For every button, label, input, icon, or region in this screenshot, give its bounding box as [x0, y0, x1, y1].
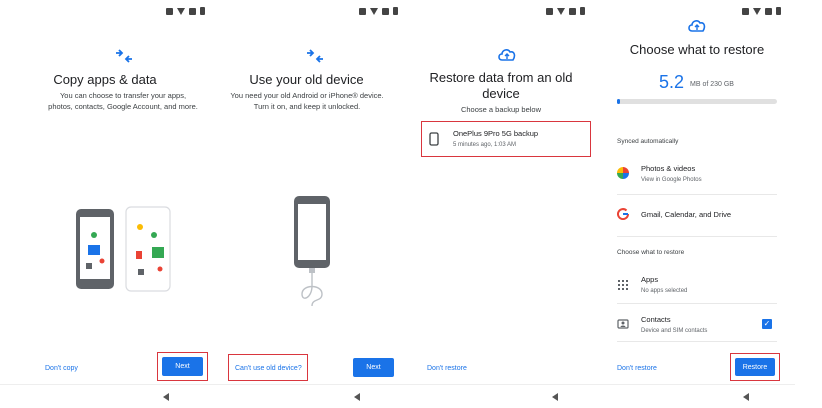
divider — [617, 194, 777, 195]
panel-use-old-device: Use your old device You need your old An… — [210, 0, 403, 408]
nfc-icon — [166, 7, 173, 15]
storage-value: 5.2 — [659, 72, 685, 92]
transfer-arrows-icon — [116, 49, 132, 63]
nav-bar — [599, 384, 795, 408]
synced-section-label: Synced automatically — [617, 138, 679, 145]
nav-bar — [210, 384, 403, 408]
backup-option[interactable]: OnePlus 9Pro 5G backup 5 minutes ago, 1:… — [425, 123, 590, 155]
signal-icon — [765, 7, 772, 15]
page-description: You can choose to transfer your apps, ph… — [48, 91, 198, 111]
phone-icon — [429, 132, 439, 146]
signal-icon — [569, 7, 576, 15]
status-bar — [742, 6, 781, 16]
battery-icon — [776, 7, 781, 15]
panel-copy-apps: Copy apps & data You can choose to trans… — [0, 0, 210, 408]
contacts-checkbox[interactable]: ✓ — [762, 319, 772, 329]
page-title: Restore data from an old device — [429, 70, 573, 101]
restore-item-subtitle: No apps selected — [641, 288, 688, 294]
transfer-arrows-icon — [307, 49, 323, 63]
page-subtitle: Choose a backup below — [460, 105, 542, 114]
back-icon[interactable] — [163, 393, 169, 401]
wifi-icon — [370, 7, 378, 15]
battery-icon — [200, 7, 205, 15]
restore-item-title[interactable]: Apps — [641, 275, 658, 284]
battery-icon — [580, 7, 585, 15]
back-icon[interactable] — [552, 393, 558, 401]
page-title: Copy apps & data — [53, 72, 157, 87]
nfc-icon — [359, 7, 366, 15]
battery-icon — [393, 7, 398, 15]
panel-choose-restore: Choose what to restore 5.2 MB of 230 GB … — [599, 0, 795, 408]
signal-icon — [189, 7, 196, 15]
apps-grid-icon — [618, 280, 628, 290]
signal-icon — [382, 7, 389, 15]
synced-item-subtitle: View in Google Photos — [641, 177, 702, 183]
nav-bar — [0, 384, 210, 408]
restore-item-title[interactable]: Contacts — [641, 315, 671, 324]
wifi-icon — [557, 7, 565, 15]
nav-bar — [403, 384, 599, 408]
phone-with-cable-illustration — [294, 196, 330, 306]
nfc-icon — [546, 7, 553, 15]
nfc-icon — [742, 7, 749, 15]
cant-use-old-device-link[interactable]: Can't use old device? — [235, 364, 302, 374]
divider — [617, 236, 777, 237]
synced-item-title: Gmail, Calendar, and Drive — [641, 210, 732, 219]
wifi-icon — [177, 7, 185, 15]
divider — [617, 303, 777, 304]
backup-time: 5 minutes ago, 1:03 AM — [453, 142, 517, 148]
storage-progress-fill — [617, 99, 621, 104]
status-bar — [359, 6, 398, 16]
cloud-upload-icon — [688, 20, 706, 32]
next-button[interactable]: Next — [162, 357, 203, 376]
google-photos-icon — [617, 167, 629, 179]
back-icon[interactable] — [743, 393, 749, 401]
page-title: Use your old device — [249, 72, 364, 87]
back-icon[interactable] — [354, 393, 360, 401]
cloud-upload-icon — [498, 49, 516, 61]
divider — [617, 341, 777, 342]
status-bar — [166, 6, 205, 16]
storage-progress-bar — [617, 99, 777, 104]
synced-item-title: Photos & videos — [641, 164, 696, 173]
page-title: Choose what to restore — [629, 42, 765, 57]
next-button[interactable]: Next — [353, 358, 394, 377]
storage-unit: MB of 230 GB — [690, 81, 734, 88]
page-description: You need your old Android or iPhone® dev… — [230, 91, 384, 111]
dont-restore-link[interactable]: Don't restore — [617, 364, 657, 374]
status-bar — [546, 6, 585, 16]
choose-section-label: Choose what to restore — [617, 249, 685, 256]
contacts-icon — [617, 319, 629, 329]
dont-restore-link[interactable]: Don't restore — [427, 364, 467, 374]
google-g-icon — [617, 208, 629, 220]
dont-copy-link[interactable]: Don't copy — [45, 364, 78, 374]
restore-item-subtitle: Device and SIM contacts — [641, 328, 708, 334]
wifi-icon — [753, 7, 761, 15]
backup-name: OnePlus 9Pro 5G backup — [453, 129, 539, 138]
panel-restore-data: Restore data from an old device Choose a… — [403, 0, 599, 408]
restore-button[interactable]: Restore — [735, 358, 775, 376]
two-phones-illustration — [76, 206, 171, 292]
